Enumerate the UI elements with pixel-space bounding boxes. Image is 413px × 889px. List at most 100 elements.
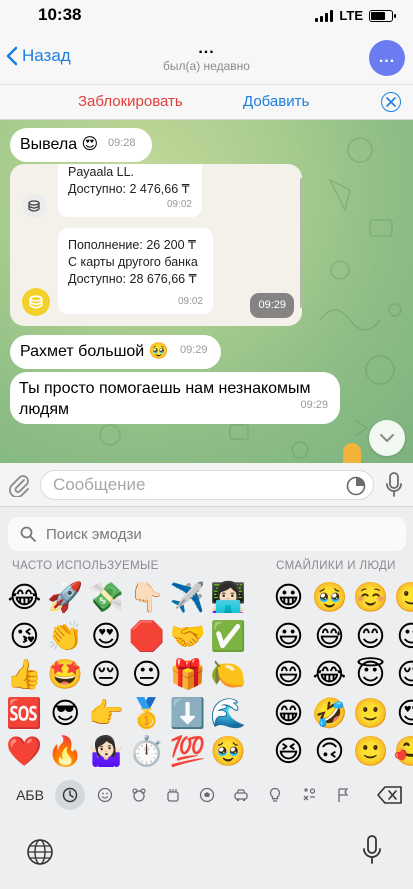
emoji-key[interactable]: 😔 (86, 655, 127, 694)
emoji-key[interactable]: ☺️ (350, 578, 391, 617)
close-icon[interactable] (381, 92, 401, 112)
emoji-key[interactable]: 🌊 (208, 694, 249, 733)
emoji-key[interactable]: 🙂 (391, 578, 413, 617)
emoji-key[interactable]: 👉 (86, 694, 127, 733)
emoji-key[interactable]: 👍 (4, 655, 45, 694)
globe-icon (27, 839, 53, 865)
emoji-key[interactable]: 🙃 (309, 732, 350, 771)
flag-icon (338, 788, 349, 802)
backspace-icon (377, 786, 402, 804)
emoji-key[interactable]: 🤝 (167, 617, 208, 656)
add-contact-button[interactable]: Добавить (243, 93, 309, 110)
emoji-key[interactable]: 😎 (45, 694, 86, 733)
emoji-key[interactable]: 🥰 (391, 732, 413, 771)
emoji-category-bar: АБВ (0, 773, 413, 817)
emoji-key[interactable]: ✈️ (167, 578, 208, 617)
chat-title-area[interactable]: ... был(а) недавно (0, 41, 413, 74)
scroll-indicator (300, 178, 302, 308)
emoji-key[interactable]: 😍 (391, 694, 413, 733)
category-animals[interactable] (122, 780, 156, 810)
globe-button[interactable] (26, 838, 54, 871)
food-icon (167, 789, 179, 802)
emoji-key[interactable]: 🥇 (126, 694, 167, 733)
scroll-down-button[interactable] (369, 420, 405, 456)
emoji-key[interactable]: 🛑 (126, 617, 167, 656)
emoji-key[interactable]: ⏱️ (126, 732, 167, 771)
emoji-key[interactable]: 🤩 (45, 655, 86, 694)
message-bubble[interactable]: Вывела 😍 09:28 (10, 128, 152, 162)
mic-button[interactable] (385, 472, 403, 503)
emoji-key[interactable]: 😘 (4, 617, 45, 656)
emoji-key[interactable]: 😆 (268, 732, 309, 771)
message-text: Рахмет большой 🥹 (20, 343, 169, 360)
emoji-key[interactable]: 😄 (268, 655, 309, 694)
last-seen-status: был(а) недавно (163, 59, 250, 73)
emoji-key[interactable]: 👇🏻 (126, 578, 167, 617)
chevron-down-icon (380, 434, 394, 442)
message-input[interactable] (40, 470, 374, 500)
message-bubble[interactable]: Ты просто помогаешь нам незнакомым людям… (10, 372, 340, 424)
emoji-key[interactable]: 😍 (86, 617, 127, 656)
category-travel[interactable] (224, 780, 258, 810)
emoji-key[interactable]: 👩🏻‍💻 (208, 578, 249, 617)
emoji-key[interactable]: 🤷🏻‍♀️ (86, 732, 127, 771)
sticker-button[interactable] (346, 476, 366, 501)
coin-stack-icon (22, 288, 50, 316)
category-recent[interactable] (55, 780, 85, 810)
abc-keyboard-button[interactable]: АБВ (8, 780, 52, 810)
message-text: Ты просто помогаешь нам незнакомым людям (19, 380, 311, 418)
emoji-key[interactable]: 🍋 (208, 655, 249, 694)
emoji-key[interactable]: 🔥 (45, 732, 86, 771)
emoji-key[interactable]: 😂 (309, 655, 350, 694)
image-message[interactable]: Payaala LL. Доступно: 2 476,66 ₸ 09:02 П… (10, 164, 302, 326)
emoji-key[interactable]: 😊 (350, 617, 391, 656)
emoji-key[interactable]: 😂 (4, 578, 45, 617)
emoji-key[interactable]: 💯 (167, 732, 208, 771)
emoji-key[interactable]: 💸 (86, 578, 127, 617)
emoji-key[interactable]: 🚀 (45, 578, 86, 617)
emoji-key[interactable]: 👏 (45, 617, 86, 656)
signal-icon (315, 9, 334, 22)
backspace-button[interactable] (377, 785, 403, 810)
category-flags[interactable] (326, 780, 360, 810)
emoji-key[interactable]: 😃 (268, 617, 309, 656)
emoji-grid-smileys: 😀 🥹 ☺️ 🙂 😃 😅 😊 😉 😄 😂 😇 😌 😁 🤣 🙂 😍 😆 🙃 🙂 🥰 (268, 578, 413, 771)
emoji-key[interactable]: 😁 (268, 694, 309, 733)
emoji-keyboard: Поиск эмодзи ЧАСТО ИСПОЛЬЗУЕМЫЕ СМАЙЛИКИ… (0, 463, 413, 889)
dictation-button[interactable] (362, 835, 382, 870)
message-time: 09:29 (300, 399, 328, 411)
emoji-key[interactable]: ❤️ (4, 732, 45, 771)
emoji-key[interactable]: ✅ (208, 617, 249, 656)
category-smileys[interactable] (88, 780, 122, 810)
message-bubble[interactable]: Рахмет большой 🥹 09:29 (10, 335, 221, 369)
chat-area[interactable]: Вывела 😍 09:28 Payaala LL. Доступно: 2 4… (0, 120, 413, 463)
block-button[interactable]: Заблокировать (78, 93, 183, 110)
emoji-key[interactable]: 🤣 (309, 694, 350, 733)
emoji-key[interactable]: ⬇️ (167, 694, 208, 733)
emoji-key[interactable]: 😌 (391, 655, 413, 694)
category-food[interactable] (156, 780, 190, 810)
emoji-key[interactable]: 😉 (391, 617, 413, 656)
section-label-frequent: ЧАСТО ИСПОЛЬЗУЕМЫЕ (12, 560, 159, 572)
category-activity[interactable] (190, 780, 224, 810)
emoji-key[interactable]: 🥹 (309, 578, 350, 617)
category-objects[interactable] (258, 780, 292, 810)
network-label: LTE (339, 8, 363, 23)
sticker-preview (343, 443, 361, 463)
category-symbols[interactable] (292, 780, 326, 810)
emoji-key[interactable]: 😐 (126, 655, 167, 694)
emoji-key[interactable]: 🎁 (167, 655, 208, 694)
status-indicators: LTE (315, 8, 396, 23)
emoji-key[interactable]: 😇 (350, 655, 391, 694)
emoji-search-field[interactable]: Поиск эмодзи (8, 517, 406, 551)
emoji-key[interactable]: 🙂 (350, 694, 391, 733)
car-icon (234, 789, 248, 802)
attach-button[interactable] (8, 473, 30, 502)
emoji-key[interactable]: 😀 (268, 578, 309, 617)
emoji-key[interactable]: 😅 (309, 617, 350, 656)
avatar[interactable]: ... (369, 40, 405, 76)
status-bar: 10:38 LTE (0, 0, 413, 34)
emoji-key[interactable]: 🙂 (350, 732, 391, 771)
emoji-key[interactable]: 🥹 (208, 732, 249, 771)
emoji-key[interactable]: 🆘 (4, 694, 45, 733)
